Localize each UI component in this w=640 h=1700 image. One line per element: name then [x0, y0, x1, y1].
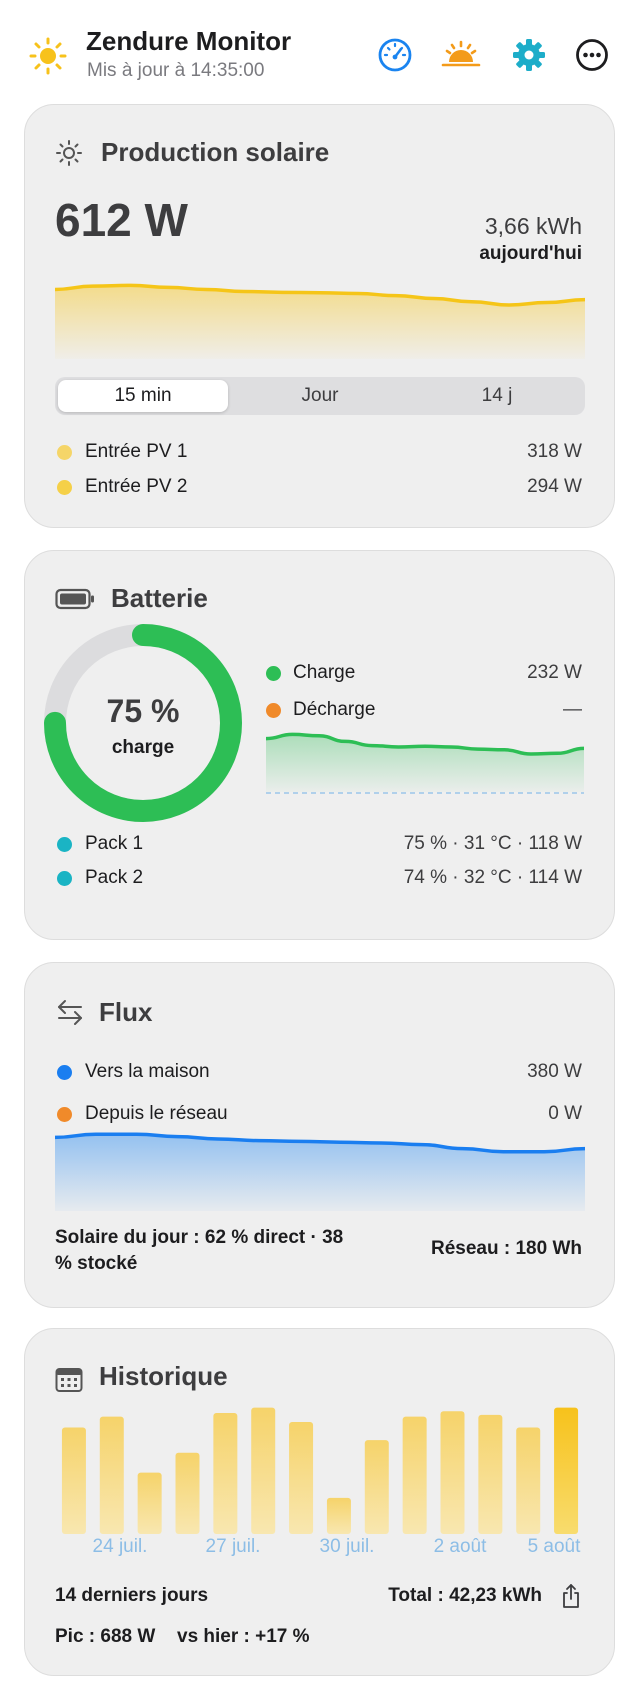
battery-title: Batterie [111, 583, 208, 613]
pv1-dot [57, 445, 72, 460]
flux-card: Flux Vers la maison 380 W Depuis le rése… [24, 962, 615, 1308]
pack1-label: Pack 1 [85, 833, 144, 854]
charge-dot [266, 666, 281, 681]
production-energy-caption: aujourd'hui [479, 243, 582, 264]
history-peak: Pic : 688 W [55, 1626, 156, 1647]
history-period: 14 derniers jours [55, 1585, 209, 1606]
battery-card: Batterie 75 % charge Charge 232 W Déchar… [24, 550, 615, 940]
production-title: Production solaire [101, 137, 330, 167]
solar-split: Solaire du jour : 62 % direct · 38 % sto… [55, 1227, 344, 1274]
discharge-dot [266, 703, 281, 718]
tick-label: 24 juil. [92, 1536, 148, 1557]
history-bar[interactable] [402, 1416, 427, 1534]
calendar-icon [55, 1368, 83, 1392]
to-home-value: 380 W [527, 1061, 582, 1082]
pv2-dot [57, 480, 72, 495]
production-card: Production solaire 612 W 3,66 kWh aujour… [24, 104, 615, 528]
production-power: 612 W [55, 194, 188, 246]
production-sparkline [55, 283, 585, 359]
from-grid-label: Depuis le réseau [85, 1103, 228, 1124]
sun-icon [56, 140, 82, 166]
history-bar[interactable] [175, 1452, 200, 1534]
battery-sparkline [266, 732, 584, 794]
history-bar[interactable] [478, 1414, 503, 1534]
tick-label: 30 juil. [319, 1536, 375, 1557]
battery-soc: 75 % [106, 693, 180, 729]
range-14days[interactable]: 14 j [412, 380, 582, 412]
pv2-label: Entrée PV 2 [85, 476, 188, 497]
tick-label: 5 août [527, 1536, 581, 1557]
pack2-dot [57, 871, 72, 886]
last-updated: Mis à jour à 14:35:00 [87, 60, 265, 81]
discharge-value: — [563, 699, 582, 720]
history-bar[interactable] [554, 1407, 579, 1534]
range-day[interactable]: Jour [235, 380, 405, 412]
discharge-label: Décharge [293, 699, 376, 720]
range-selector: 15 min Jour 14 j [55, 377, 585, 415]
flux-sparkline [55, 1132, 585, 1211]
to-home-dot [57, 1065, 72, 1080]
battery-icon [55, 588, 94, 610]
charge-label: Charge [293, 662, 356, 683]
grid-energy: Réseau : 180 Wh [431, 1238, 582, 1259]
range-15min[interactable]: 15 min [58, 380, 228, 412]
from-grid-value: 0 W [548, 1103, 582, 1124]
history-bar[interactable] [326, 1497, 351, 1534]
history-bar[interactable] [289, 1422, 314, 1534]
history-bar[interactable] [364, 1440, 389, 1534]
pv2-value: 294 W [527, 476, 582, 497]
history-total: Total : 42,23 kWh [388, 1585, 542, 1606]
tick-label: 2 août [433, 1536, 487, 1557]
sunset-icon[interactable] [440, 36, 482, 74]
flux-title: Flux [99, 997, 153, 1027]
history-title: Historique [99, 1361, 228, 1391]
more-icon[interactable] [573, 36, 611, 74]
history-card: Historique 24 juil. 27 juil. 30 juil. 2 … [24, 1328, 615, 1676]
history-vs-yesterday: vs hier : +17 % [177, 1626, 310, 1647]
history-bar[interactable] [137, 1472, 162, 1534]
share-icon[interactable] [560, 1583, 582, 1609]
history-bar[interactable] [213, 1413, 238, 1534]
pv1-label: Entrée PV 1 [85, 441, 188, 462]
battery-soc-caption: charge [111, 737, 175, 758]
history-bar[interactable] [440, 1411, 465, 1534]
pack2-value: 74 % · 32 °C · 114 W [403, 867, 582, 888]
history-bar[interactable] [516, 1427, 541, 1534]
charge-value: 232 W [527, 662, 582, 683]
sun-icon [29, 37, 67, 75]
production-energy: 3,66 kWh [484, 213, 582, 239]
pv1-value: 318 W [527, 441, 582, 462]
history-bar[interactable] [61, 1427, 86, 1534]
to-home-label: Vers la maison [85, 1061, 210, 1082]
arrows-exchange-icon [58, 1000, 82, 1025]
history-bar-chart [61, 1407, 579, 1534]
history-bar[interactable] [251, 1407, 276, 1534]
header: Zendure Monitor Mis à jour à 14:35:00 [0, 0, 640, 96]
pack1-dot [57, 837, 72, 852]
tick-label: 27 juil. [205, 1536, 261, 1557]
gear-icon[interactable] [510, 36, 548, 74]
pack1-value: 75 % · 31 °C · 118 W [403, 833, 582, 854]
speedometer-icon[interactable] [376, 36, 414, 74]
history-bar[interactable] [99, 1416, 124, 1534]
pack2-label: Pack 2 [85, 867, 144, 888]
from-grid-dot [57, 1107, 72, 1122]
app-title: Zendure Monitor [86, 26, 292, 56]
